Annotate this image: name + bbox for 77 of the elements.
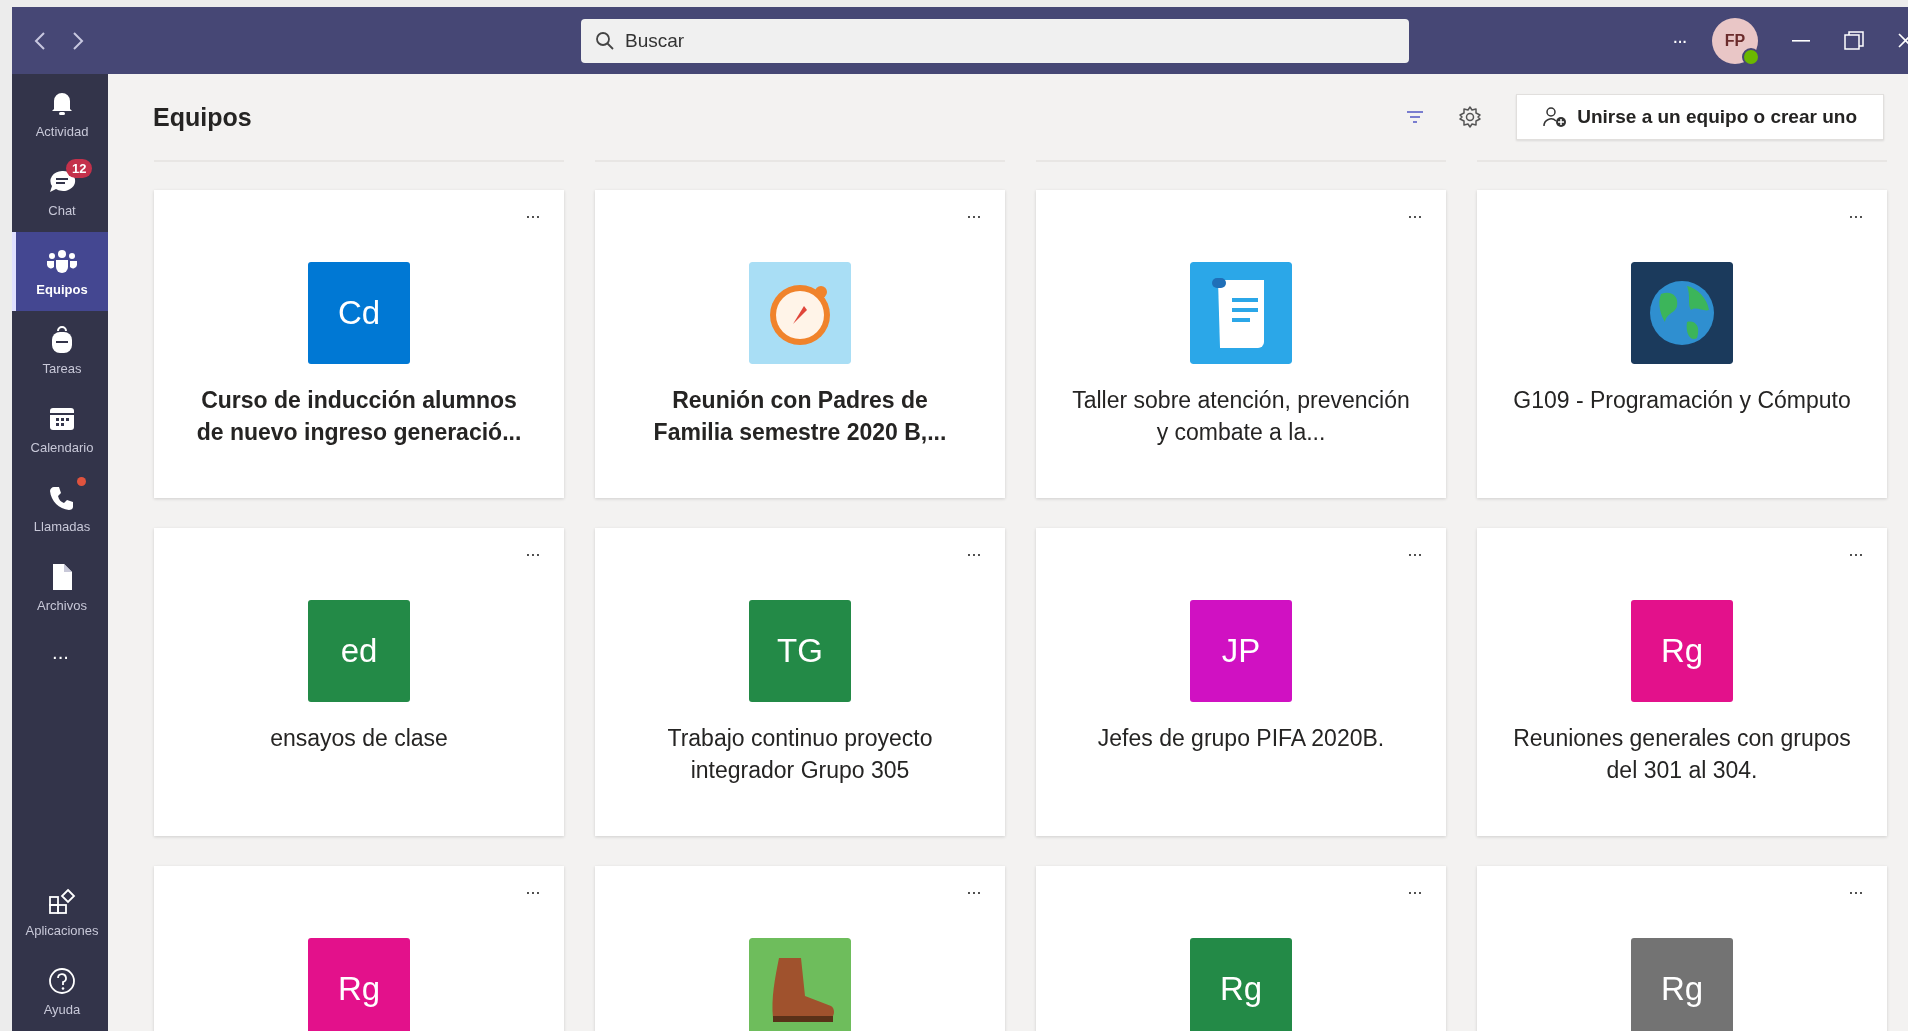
unread-count-badge: 12 — [66, 159, 93, 178]
team-card[interactable]: ··· JP Jefes de grupo PIFA 2020B. — [1036, 528, 1446, 836]
team-card[interactable]: ··· G109 - Programación y Cómputo — [1477, 190, 1887, 498]
filter-icon[interactable] — [1406, 110, 1425, 124]
team-card[interactable]: ··· Cd Curso de inducción alumnos de nuevo ingreso generació... — [154, 190, 564, 498]
more-options-button[interactable]: ··· — [525, 882, 540, 903]
more-options-button[interactable]: ··· — [1848, 544, 1863, 565]
more-options-button[interactable]: ··· — [966, 206, 981, 227]
team-name: Taller sobre atención, prevención y combate a la... — [1071, 386, 1411, 447]
more-options-button[interactable]: ··· — [1407, 882, 1422, 903]
more-options-button[interactable]: ··· — [525, 206, 540, 227]
rail-item[interactable]: Calendario — [12, 390, 108, 469]
team-name: Trabajo continuo proyecto integrador Grupo 305 — [666, 724, 934, 785]
back-icon[interactable] — [34, 30, 46, 51]
more-apps-button[interactable]: ··· — [12, 645, 108, 668]
team-card[interactable]: ··· Rg — [1036, 866, 1446, 1031]
user-avatar[interactable]: FP — [1712, 17, 1758, 64]
compass-icon — [749, 262, 851, 364]
settings-icon[interactable] — [1458, 105, 1483, 129]
rail-item[interactable]: Actividad — [12, 74, 108, 153]
scroll-icon — [1190, 262, 1292, 364]
team-initials-tile: Rg — [1190, 938, 1292, 1031]
backpack-icon — [50, 326, 74, 354]
rail-item[interactable]: Archivos — [12, 548, 108, 627]
calendar-icon — [49, 406, 75, 432]
team-initials-tile: Rg — [1631, 938, 1733, 1031]
team-initials-tile: ed — [308, 600, 410, 702]
team-card[interactable]: ··· — [595, 866, 1005, 1031]
globe-icon — [1631, 262, 1733, 364]
rail-item[interactable]: Aplicaciones — [12, 873, 108, 952]
team-card[interactable]: ··· Rg Reuniones generales con grupos del 301 al 304. — [1477, 528, 1887, 836]
boot-icon — [749, 938, 851, 1031]
more-options-button[interactable]: ··· — [966, 544, 981, 565]
team-card[interactable]: ··· Taller sobre atención, prevención y combate a la... — [1036, 190, 1446, 498]
team-initials-tile: JP — [1190, 600, 1292, 702]
team-name: ensayos de clase — [269, 724, 449, 753]
team-name: Reunión con Padres de Familia semestre 2020 B,... — [652, 386, 948, 447]
file-icon — [51, 563, 73, 591]
join-or-create-team-button[interactable]: Unirse a un equipo o crear uno — [1516, 94, 1884, 140]
rail-item[interactable]: Llamadas — [12, 469, 108, 548]
more-options-button[interactable]: ··· — [1848, 206, 1863, 227]
status-available-icon — [1742, 47, 1760, 66]
team-initials-tile: Rg — [1631, 600, 1733, 702]
team-name: Curso de inducción alumnos de nuevo ingreso generació... — [195, 386, 523, 447]
people-icon — [46, 249, 78, 273]
team-card[interactable]: ··· Rg — [154, 866, 564, 1031]
team-card[interactable]: ··· Reunión con Padres de Familia semestre 2020 B,... — [595, 190, 1005, 498]
more-options-button[interactable]: ··· — [966, 882, 981, 903]
apps-icon — [48, 888, 76, 916]
search-icon — [595, 30, 615, 51]
maximize-icon[interactable] — [1844, 30, 1864, 51]
team-name: G109 - Programación y Cómputo — [1512, 386, 1852, 415]
more-options-button[interactable]: ··· — [1407, 544, 1422, 565]
rail-item[interactable]: 12 Chat — [12, 153, 108, 232]
help-icon — [48, 967, 76, 995]
more-options-button[interactable]: ··· — [525, 544, 540, 565]
team-initials-tile: Rg — [308, 938, 410, 1031]
team-card[interactable]: ··· Rg — [1477, 866, 1887, 1031]
more-options-button[interactable]: ··· — [1407, 206, 1422, 227]
forward-icon[interactable] — [72, 30, 84, 51]
rail-item[interactable]: Ayuda — [12, 952, 108, 1031]
team-card[interactable]: ··· TG Trabajo continuo proyecto integrador Grupo 305 — [595, 528, 1005, 836]
team-card[interactable]: ··· ed ensayos de clase — [154, 528, 564, 836]
search-field[interactable]: Buscar — [581, 18, 1409, 63]
rail-item[interactable]: Tareas — [12, 311, 108, 390]
more-options-button[interactable]: ··· — [1848, 882, 1863, 903]
bell-icon — [50, 90, 74, 116]
team-name: Reuniones generales con grupos del 301 al 304. — [1512, 724, 1852, 785]
minimize-icon[interactable] — [1792, 39, 1810, 42]
phone-icon — [49, 485, 75, 511]
more-options-button[interactable]: ··· — [1672, 29, 1686, 52]
page-title: Equipos — [153, 102, 252, 132]
team-initials-tile: TG — [749, 600, 851, 702]
team-name: Jefes de grupo PIFA 2020B. — [1096, 724, 1386, 753]
rail-item[interactable]: Equipos — [12, 232, 108, 311]
team-initials-tile: Cd — [308, 262, 410, 364]
add-people-icon — [1543, 106, 1568, 128]
